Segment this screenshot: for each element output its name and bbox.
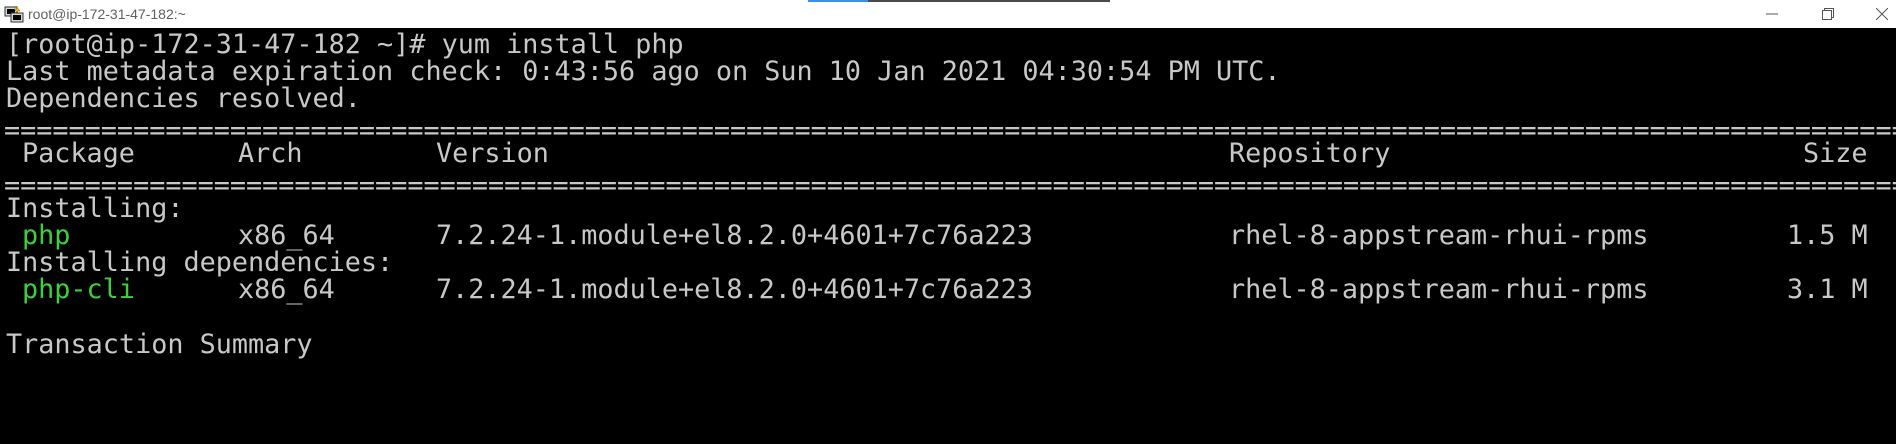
package-name: php-cli bbox=[22, 274, 135, 305]
package-arch: x86_64 bbox=[238, 274, 335, 305]
minimize-icon bbox=[1766, 13, 1778, 15]
separator-bottom: ========================================… bbox=[4, 170, 1896, 201]
close-icon bbox=[1876, 8, 1888, 20]
package-size: 3.1 M bbox=[1787, 274, 1868, 305]
header-package: Package bbox=[22, 138, 135, 169]
package-size: 1.5 M bbox=[1787, 220, 1868, 251]
tab-indicator bbox=[808, 0, 1110, 2]
package-version: 7.2.24-1.module+el8.2.0+4601+7c76a223 bbox=[436, 274, 1033, 305]
minimize-button[interactable] bbox=[1752, 0, 1792, 28]
putty-icon[interactable] bbox=[4, 5, 24, 23]
package-repository: rhel-8-appstream-rhui-rpms bbox=[1229, 274, 1649, 305]
table-row: php-cli x86_64 7.2.24-1.module+el8.2.0+4… bbox=[0, 273, 1896, 306]
package-repository: rhel-8-appstream-rhui-rpms bbox=[1229, 220, 1649, 251]
header-repository: Repository bbox=[1229, 138, 1391, 169]
terminal-output[interactable]: [root@ip-172-31-47-182 ~]# yum install p… bbox=[0, 28, 1896, 444]
header-size: Size bbox=[1803, 138, 1868, 169]
close-button[interactable] bbox=[1862, 0, 1896, 28]
title-bar[interactable]: root@ip-172-31-47-182:~ bbox=[0, 0, 1896, 29]
restore-button[interactable] bbox=[1808, 0, 1848, 28]
tab-indicator-accent bbox=[808, 0, 868, 2]
window-title: root@ip-172-31-47-182:~ bbox=[28, 6, 186, 22]
transaction-summary-heading: Transaction Summary bbox=[6, 329, 313, 360]
terminal-window: root@ip-172-31-47-182:~ [root@ip-172-31-… bbox=[0, 0, 1896, 444]
header-version: Version bbox=[436, 138, 549, 169]
restore-icon bbox=[1822, 8, 1834, 20]
table-header-row: Package Arch Version Repository Size bbox=[0, 137, 1896, 170]
header-arch: Arch bbox=[238, 138, 303, 169]
dependencies-resolved-line: Dependencies resolved. bbox=[6, 83, 361, 114]
package-version: 7.2.24-1.module+el8.2.0+4601+7c76a223 bbox=[436, 220, 1033, 251]
